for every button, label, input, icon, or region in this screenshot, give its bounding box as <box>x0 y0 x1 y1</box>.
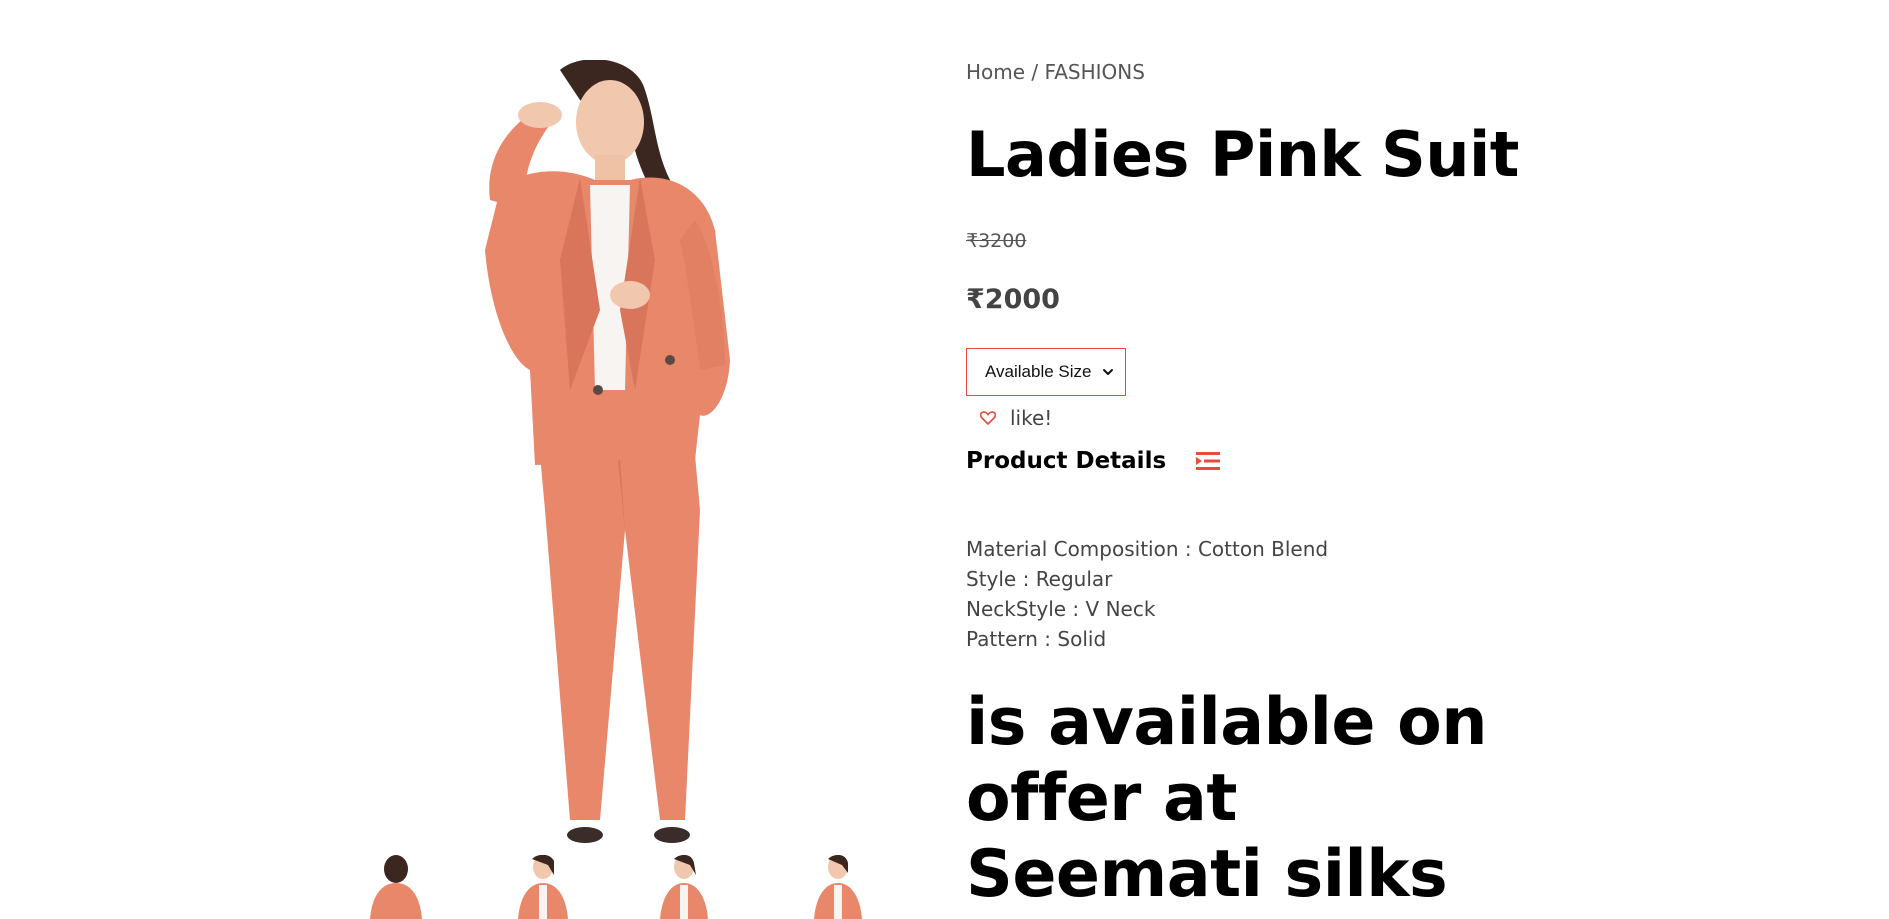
heart-icon <box>980 411 996 425</box>
original-price: ₹3200 <box>966 230 1027 252</box>
list-toggle-icon[interactable] <box>1196 451 1221 471</box>
product-details-list: Material Composition : Cotton Blend Styl… <box>966 534 1328 654</box>
product-thumbnail[interactable] <box>360 855 430 919</box>
detail-style: Style : Regular <box>966 567 1113 591</box>
product-thumbnail[interactable] <box>508 855 578 919</box>
thumbnail-front-view <box>518 855 568 919</box>
breadcrumb: Home / FASHIONS <box>966 60 1145 84</box>
product-thumbnail[interactable] <box>802 855 872 919</box>
product-thumbnail[interactable] <box>648 855 718 919</box>
thumbnail-strip <box>360 855 890 919</box>
product-page: Home / FASHIONS Ladies Pink Suit ₹3200 ₹… <box>0 0 1889 919</box>
product-main-image <box>430 59 790 850</box>
breadcrumb-separator: / <box>1031 60 1039 84</box>
thumbnail-side-view <box>660 855 708 919</box>
chevron-down-icon <box>1103 369 1113 375</box>
size-select[interactable]: Available Size <box>966 348 1126 396</box>
detail-pattern: Pattern : Solid <box>966 627 1107 651</box>
product-details-title: Product Details <box>966 448 1167 474</box>
detail-material: Material Composition : Cotton Blend <box>966 537 1329 561</box>
thumbnail-closeup-view <box>814 855 862 919</box>
like-button[interactable]: like! <box>980 406 1052 430</box>
like-label: like! <box>1010 406 1053 430</box>
product-title: Ladies Pink Suit <box>966 118 1519 191</box>
model-in-coral-suit-photo <box>485 59 730 843</box>
size-select-value: Available Size <box>985 362 1092 381</box>
breadcrumb-home-link[interactable]: Home <box>966 60 1025 84</box>
thumbnail-back-view <box>370 855 422 919</box>
sale-price: ₹2000 <box>966 284 1060 315</box>
detail-neckstyle: NeckStyle : V Neck <box>966 597 1156 621</box>
product-details-header: Product Details <box>966 448 1221 474</box>
offer-banner-text: is available on offer at Seemati silks <box>966 685 1488 912</box>
breadcrumb-category-link[interactable]: FASHIONS <box>1045 60 1145 84</box>
